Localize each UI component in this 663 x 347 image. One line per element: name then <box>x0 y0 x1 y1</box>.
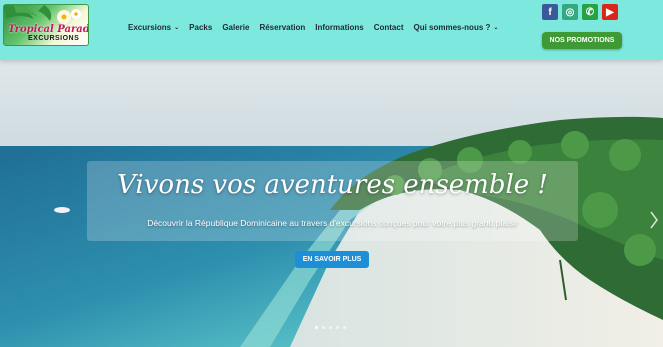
nav-label: Réservation <box>259 22 306 32</box>
slider-dot[interactable] <box>329 326 332 329</box>
slider-dot[interactable] <box>343 326 346 329</box>
main-nav: Excursions ⌄ Packs Galerie Réservation In… <box>128 20 508 34</box>
slider-dot[interactable] <box>322 326 325 329</box>
nav-label: Contact <box>373 22 404 32</box>
hero-headline: Vivons vos aventures ensemble ! <box>117 170 548 200</box>
nav-label: Packs <box>189 22 213 32</box>
social-links: f ◎ ✆ ▶ <box>542 4 618 20</box>
nav-item-reservation[interactable]: Réservation <box>259 20 305 34</box>
nav-label: Excursions <box>128 22 172 32</box>
nav-item-packs[interactable]: Packs <box>189 20 212 34</box>
slider-dot[interactable] <box>315 326 318 329</box>
chevron-down-icon: ⌄ <box>174 24 180 31</box>
logo-subtitle: EXCURSIONS <box>28 35 80 42</box>
nav-item-qui-sommes-nous[interactable]: Qui sommes-nous ? ⌄ <box>413 20 498 34</box>
whatsapp-icon[interactable]: ✆ <box>582 4 598 20</box>
site-header: Tropical Paradise EXCURSIONS Excursions⌄… <box>0 0 663 60</box>
youtube-icon[interactable]: ▶ <box>602 4 618 20</box>
tripadvisor-icon[interactable]: ◎ <box>562 4 578 20</box>
nav-label: Galerie <box>222 22 250 32</box>
nav-label: Qui sommes-nous ? <box>413 22 491 32</box>
nav-item-contact[interactable]: Contact <box>374 20 404 34</box>
nav-item-galerie[interactable]: Galerie <box>222 20 249 34</box>
hero-subline: Découvrir la République Dominicaine au t… <box>147 218 518 228</box>
slider-dot[interactable] <box>336 326 339 329</box>
chevron-down-icon: ⌄ <box>493 24 499 31</box>
promotions-button[interactable]: NOS PROMOTIONS <box>542 32 622 49</box>
nav-item-excursions[interactable]: Excursions ⌄ <box>128 20 179 34</box>
slider-next-arrow[interactable] <box>650 210 658 230</box>
slider-pagination <box>315 326 346 329</box>
learn-more-button[interactable]: EN SAVOIR PLUS <box>295 251 369 268</box>
logo-title: Tropical Paradise <box>8 24 88 35</box>
facebook-icon[interactable]: f <box>542 4 558 20</box>
nav-label: Informations <box>315 22 364 32</box>
site-logo[interactable]: Tropical Paradise EXCURSIONS <box>3 4 89 46</box>
nav-item-informations[interactable]: Informations <box>315 20 363 34</box>
